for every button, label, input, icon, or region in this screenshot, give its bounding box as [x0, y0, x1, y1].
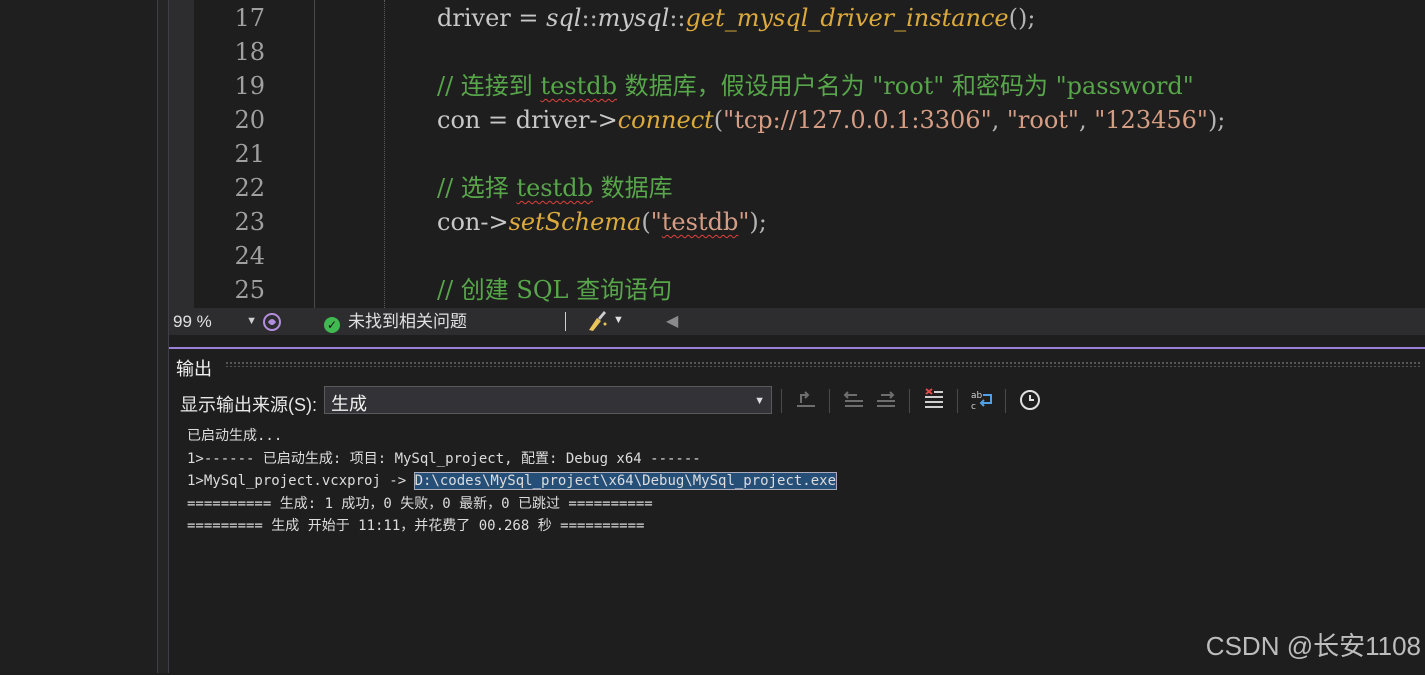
indent-guide [384, 0, 385, 308]
glyph-margin[interactable] [169, 0, 194, 308]
indent-guide [314, 0, 315, 308]
code-token: // 连接到 [437, 72, 541, 100]
line-number: 23 [234, 208, 265, 236]
line-number: 22 [234, 174, 265, 202]
code-token: // 选择 [437, 174, 517, 202]
output-panel: 输出 显示输出来源(S): 生成 ▼ ab c 已启动生成... 1>------ … [169, 347, 1425, 675]
line-number: 25 [234, 276, 265, 304]
issues-indicator[interactable]: ✓ 未找到相关问题 [324, 311, 467, 333]
watermark: CSDN @长安1108 [1205, 631, 1421, 661]
next-message-icon[interactable] [873, 387, 899, 413]
chevron-down-icon: ▼ [754, 395, 765, 407]
code-text: // 选择 testdb 数据库 [437, 171, 673, 205]
intellicode-icon[interactable] [261, 311, 283, 338]
output-line: 1>------ 已启动生成: 项目: MySql_project, 配置: D… [187, 448, 836, 471]
toolbar-separator [781, 389, 782, 413]
code-editor[interactable]: 17 driver = sql::mysql::get_mysql_driver_… [169, 0, 1425, 308]
code-token: testdb [661, 208, 739, 236]
code-token: sql [546, 4, 582, 32]
output-line-text: 1>------ 已启动生成: 项目: MySql_project, 配置: D… [187, 450, 701, 467]
output-source-select[interactable]: 生成 ▼ [324, 386, 772, 414]
line-number: 24 [234, 242, 265, 270]
line-number: 17 [234, 4, 265, 32]
output-title: 输出 [176, 359, 212, 379]
output-line-text: ========== 生成: 1 成功，0 失败，0 最新，0 已跳过 ====… [187, 495, 653, 512]
output-line: 已启动生成... [187, 425, 836, 448]
code-cleanup-icon[interactable] [585, 310, 609, 337]
toolbar-separator [829, 389, 830, 413]
code-token: (); [1008, 4, 1036, 32]
toolbar-separator [957, 389, 958, 413]
zoom-level: 99 % [173, 312, 212, 331]
output-line: ========== 生成: 1 成功，0 失败，0 最新，0 已跳过 ====… [187, 493, 836, 516]
code-token: ( [641, 208, 651, 236]
output-source-label: 显示输出来源(S): [180, 395, 317, 415]
code-token: :: [669, 4, 686, 32]
panel-drag-handle[interactable] [225, 361, 1421, 367]
code-token: , [1078, 106, 1095, 134]
clock-icon[interactable] [1017, 387, 1043, 413]
output-line-text: 已启动生成... [187, 428, 283, 444]
editor-status-bar: 99 % ▼ ✓ 未找到相关问题 ▼ ◀ [169, 308, 1425, 335]
left-panel-scrollbar[interactable] [158, 0, 169, 673]
code-token: 数据库，假设用户名为 "root" 和密码为 "password" [616, 72, 1194, 100]
code-token: "root" [1006, 106, 1079, 134]
chevron-down-icon[interactable]: ▼ [613, 314, 624, 326]
code-token: connect [617, 106, 714, 134]
output-line: 1>MySql_project.vcxproj -> D:\codes\MySq… [187, 470, 838, 493]
code-text: con = driver->connect("tcp://127.0.0.1:3… [437, 103, 1225, 137]
code-text: driver = sql::mysql::get_mysql_driver_in… [437, 1, 1035, 35]
output-line: ========= 生成 开始于 11:11，并花费了 00.268 秒 ===… [187, 515, 836, 538]
toolbar-separator [909, 389, 910, 413]
code-token: ( [713, 106, 724, 134]
previous-message-icon[interactable] [841, 387, 867, 413]
code-token: 数据库 [592, 174, 673, 202]
code-token: testdb [540, 72, 617, 100]
selected-path[interactable]: D:\codes\MySql_project\x64\Debug\MySql_p… [413, 472, 838, 490]
line-number: 20 [234, 106, 265, 134]
code-text: // 创建 SQL 查询语句 [437, 273, 672, 307]
code-text: // 连接到 testdb 数据库，假设用户名为 "root" 和密码为 "pa… [437, 69, 1194, 103]
code-text: con->setSchema("testdb"); [437, 205, 767, 239]
code-token: mysql [597, 4, 670, 32]
code-token: "tcp://127.0.0.1:3306" [723, 106, 992, 134]
line-number: 18 [234, 38, 265, 66]
output-source-value: 生成 [331, 394, 367, 414]
code-token: :: [581, 4, 598, 32]
code-token: , [991, 106, 1007, 134]
code-token: con-> [437, 208, 509, 236]
scroll-left-icon[interactable]: ◀ [666, 311, 678, 331]
clear-all-icon[interactable] [921, 387, 947, 413]
issues-text: 未找到相关问题 [348, 312, 467, 331]
line-number: 19 [234, 72, 265, 100]
separator [565, 312, 566, 331]
check-circle-icon: ✓ [324, 317, 340, 333]
code-token: setSchema [508, 208, 642, 236]
code-token: "123456" [1094, 106, 1208, 134]
code-token: " [738, 208, 750, 236]
output-text[interactable]: 已启动生成... 1>------ 已启动生成: 项目: MySql_projec… [187, 425, 838, 538]
go-to-location-icon[interactable] [793, 387, 819, 413]
code-token: con = driver-> [437, 106, 618, 134]
code-token: ); [749, 208, 767, 236]
code-token: driver = [437, 4, 547, 32]
svg-text:ab: ab [971, 391, 983, 401]
code-token: get_mysql_driver_instance [685, 4, 1009, 32]
output-line-text: ========= 生成 开始于 11:11，并花费了 00.268 秒 ===… [187, 518, 645, 534]
code-token: " [650, 208, 662, 236]
left-panel [0, 0, 158, 673]
toolbar-separator [1005, 389, 1006, 413]
output-line-text: 1>MySql_project.vcxproj -> [187, 473, 415, 489]
svg-text:c: c [971, 402, 976, 412]
code-token: testdb [516, 174, 593, 202]
panel-splitter[interactable] [169, 335, 1425, 347]
word-wrap-icon[interactable]: ab c [969, 387, 995, 413]
code-token: // 创建 SQL 查询语句 [437, 276, 673, 304]
chevron-down-icon: ▼ [246, 315, 257, 327]
zoom-dropdown[interactable]: 99 % ▼ [173, 311, 259, 332]
line-number: 21 [234, 140, 265, 168]
code-token: ); [1207, 106, 1226, 134]
